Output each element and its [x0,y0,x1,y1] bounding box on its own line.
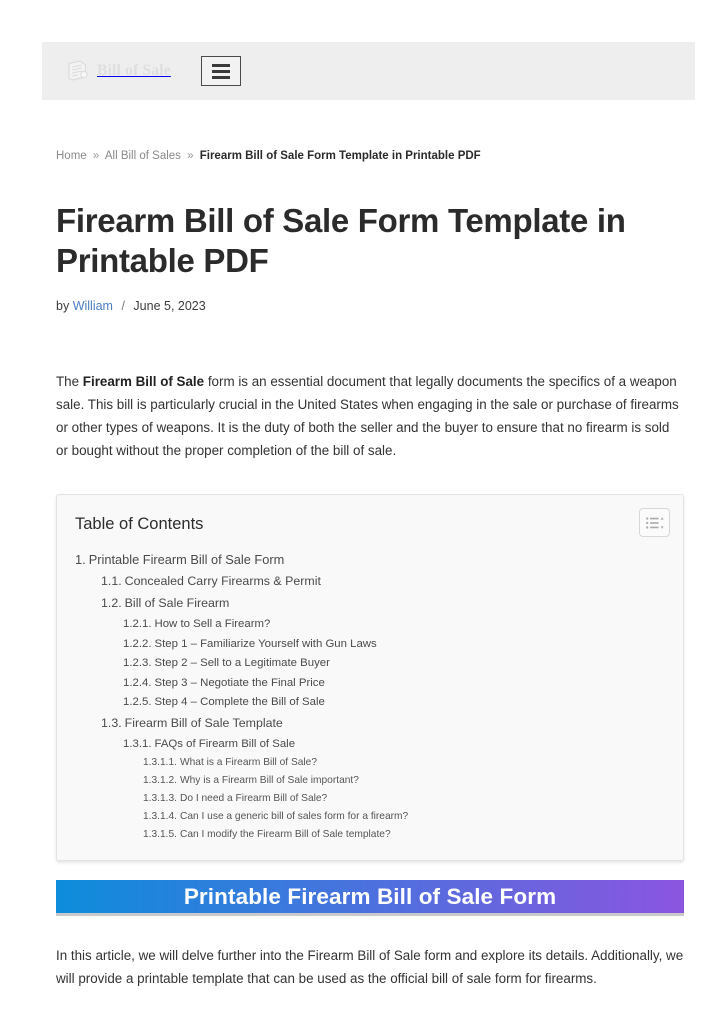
toc-entry[interactable]: 1.3.1.3. Do I need a Firearm Bill of Sale… [75,790,663,808]
toc-entry-label: Bill of Sale Firearm [124,596,230,610]
publish-date: June 5, 2023 [133,299,206,313]
toc-entry-label: Can I use a generic bill of sales form f… [180,811,409,822]
main-content: Home » All Bill of Sales » Firearm Bill … [56,148,684,990]
toc-entry[interactable]: 1.3.1. FAQs of Firearm Bill of Sale [75,735,663,755]
menu-bar-1 [211,63,230,67]
breadcrumb-separator-1: » [92,150,100,162]
breadcrumb-current: Firearm Bill of Sale Form Template in Pr… [199,150,481,162]
toc-entry[interactable]: 1.3.1.1. What is a Firearm Bill of Sale? [75,754,663,772]
outro-paragraph: In this article, we will delve further i… [56,948,684,986]
toc-entry-number: 1.2.1. [123,618,152,630]
document-icon [64,58,90,84]
toc-entry-label: Printable Firearm Bill of Sale Form [88,552,285,567]
menu-bar-3 [211,75,230,79]
brand-name: Bill of Sale [97,62,171,79]
toc-entry[interactable]: 1.2.4. Step 3 – Negotiate the Final Price [75,674,663,694]
toc-entry-label: Do I need a Firearm Bill of Sale? [180,793,328,804]
toc-entry-label: How to Sell a Firearm? [154,618,271,630]
toc-entry-number: 1.3.1.2. [143,775,177,786]
toc-entry[interactable]: 1.2.3. Step 2 – Sell to a Legitimate Buye… [75,654,663,674]
toc-entry-number: 1.2.2. [123,637,152,650]
toc-entry-label: FAQs of Firearm Bill of Sale [154,737,296,750]
toc-entry[interactable]: 1.1. Concealed Carry Firearms & Permit [75,571,663,593]
site-header: Bill of Sale [42,42,695,100]
toc-entry[interactable]: 1.2.2. Step 1 – Familiarize Yourself with… [75,635,663,655]
byline-separator: / [121,299,125,313]
toc-entry-number: 1.3.1. [123,737,152,750]
list-toggle-icon[interactable] [639,508,670,537]
toc-entry-label: Can I modify the Firearm Bill of Sale te… [180,829,391,840]
section-banner-label: Printable Firearm Bill of Sale Form [183,883,557,909]
toc-entry[interactable]: 1.2.5. Step 4 – Complete the Bill of Sale [75,693,663,713]
toc-entry-label: Firearm Bill of Sale Template [124,715,283,730]
toc-entry-number: 1. [75,552,86,567]
toc-entry-label: What is a Firearm Bill of Sale? [180,757,318,768]
byline: by William / June 5, 2023 [56,297,684,315]
breadcrumb-separator-2: » [187,150,194,162]
toc-entry[interactable]: 1.3. Firearm Bill of Sale Template [75,713,663,735]
author-link[interactable]: William [73,299,113,313]
page-title: Firearm Bill of Sale Form Template in Pr… [56,202,626,279]
toc-entry-label: Step 1 – Familiarize Yourself with Gun L… [154,637,377,650]
toc-entry-number: 1.3.1.5. [143,829,177,840]
breadcrumb-home[interactable]: Home [56,150,87,162]
hamburger-menu-icon[interactable] [200,56,241,86]
toc-list: 1. Printable Firearm Bill of Sale Form 1.… [75,549,663,844]
menu-bar-2 [211,69,230,73]
toc-title: Table of Contents [75,515,204,533]
section-banner: Printable Firearm Bill of Sale Form [56,880,684,916]
toc-entry-number: 1.2. [101,596,122,610]
toc-entry-number: 1.3. [101,715,122,730]
toc-entry-label: Why is a Firearm Bill of Sale important? [180,775,359,786]
toc-entry[interactable]: 1.3.1.5. Can I modify the Firearm Bill of… [75,826,663,844]
intro-paragraph: The Firearm Bill of Sale form is an esse… [56,370,684,462]
byline-prefix: by [56,299,70,313]
toc-entry-number: 1.2.4. [123,676,152,689]
breadcrumb: Home » All Bill of Sales » Firearm Bill … [56,148,684,164]
table-of-contents: Table of Contents 1. Printable Firearm Bi… [56,494,684,861]
toc-entry[interactable]: 1.2. Bill of Sale Firearm [75,593,663,615]
toc-entry[interactable]: 1. Printable Firearm Bill of Sale Form [75,549,663,571]
toc-entry-number: 1.3.1.1. [143,757,177,768]
toc-entry-number: 1.3.1.4. [143,811,177,822]
breadcrumb-category[interactable]: All Bill of Sales [105,150,181,162]
site-logo[interactable]: Bill of Sale [64,58,171,84]
intro-text-before: The [56,374,83,389]
toc-entry[interactable]: 1.2.1. How to Sell a Firearm? [75,615,663,635]
toc-entry-label: Step 3 – Negotiate the Final Price [154,676,325,689]
intro-bold-term: Firearm Bill of Sale [82,374,205,389]
toc-entry-label: Step 2 – Sell to a Legitimate Buyer [154,657,330,669]
toc-entry-label: Concealed Carry Firearms & Permit [124,574,321,588]
toc-entry[interactable]: 1.3.1.4. Can I use a generic bill of sale… [75,808,663,826]
toc-entry[interactable]: 1.3.1.2. Why is a Firearm Bill of Sale im… [75,772,663,790]
toc-entry-number: 1.2.5. [123,696,152,708]
toc-entry-number: 1.2.3. [123,657,152,669]
toc-entry-number: 1.1. [101,574,122,588]
toc-entry-label: Step 4 – Complete the Bill of Sale [154,696,325,708]
toc-entry-number: 1.3.1.3. [143,793,177,804]
